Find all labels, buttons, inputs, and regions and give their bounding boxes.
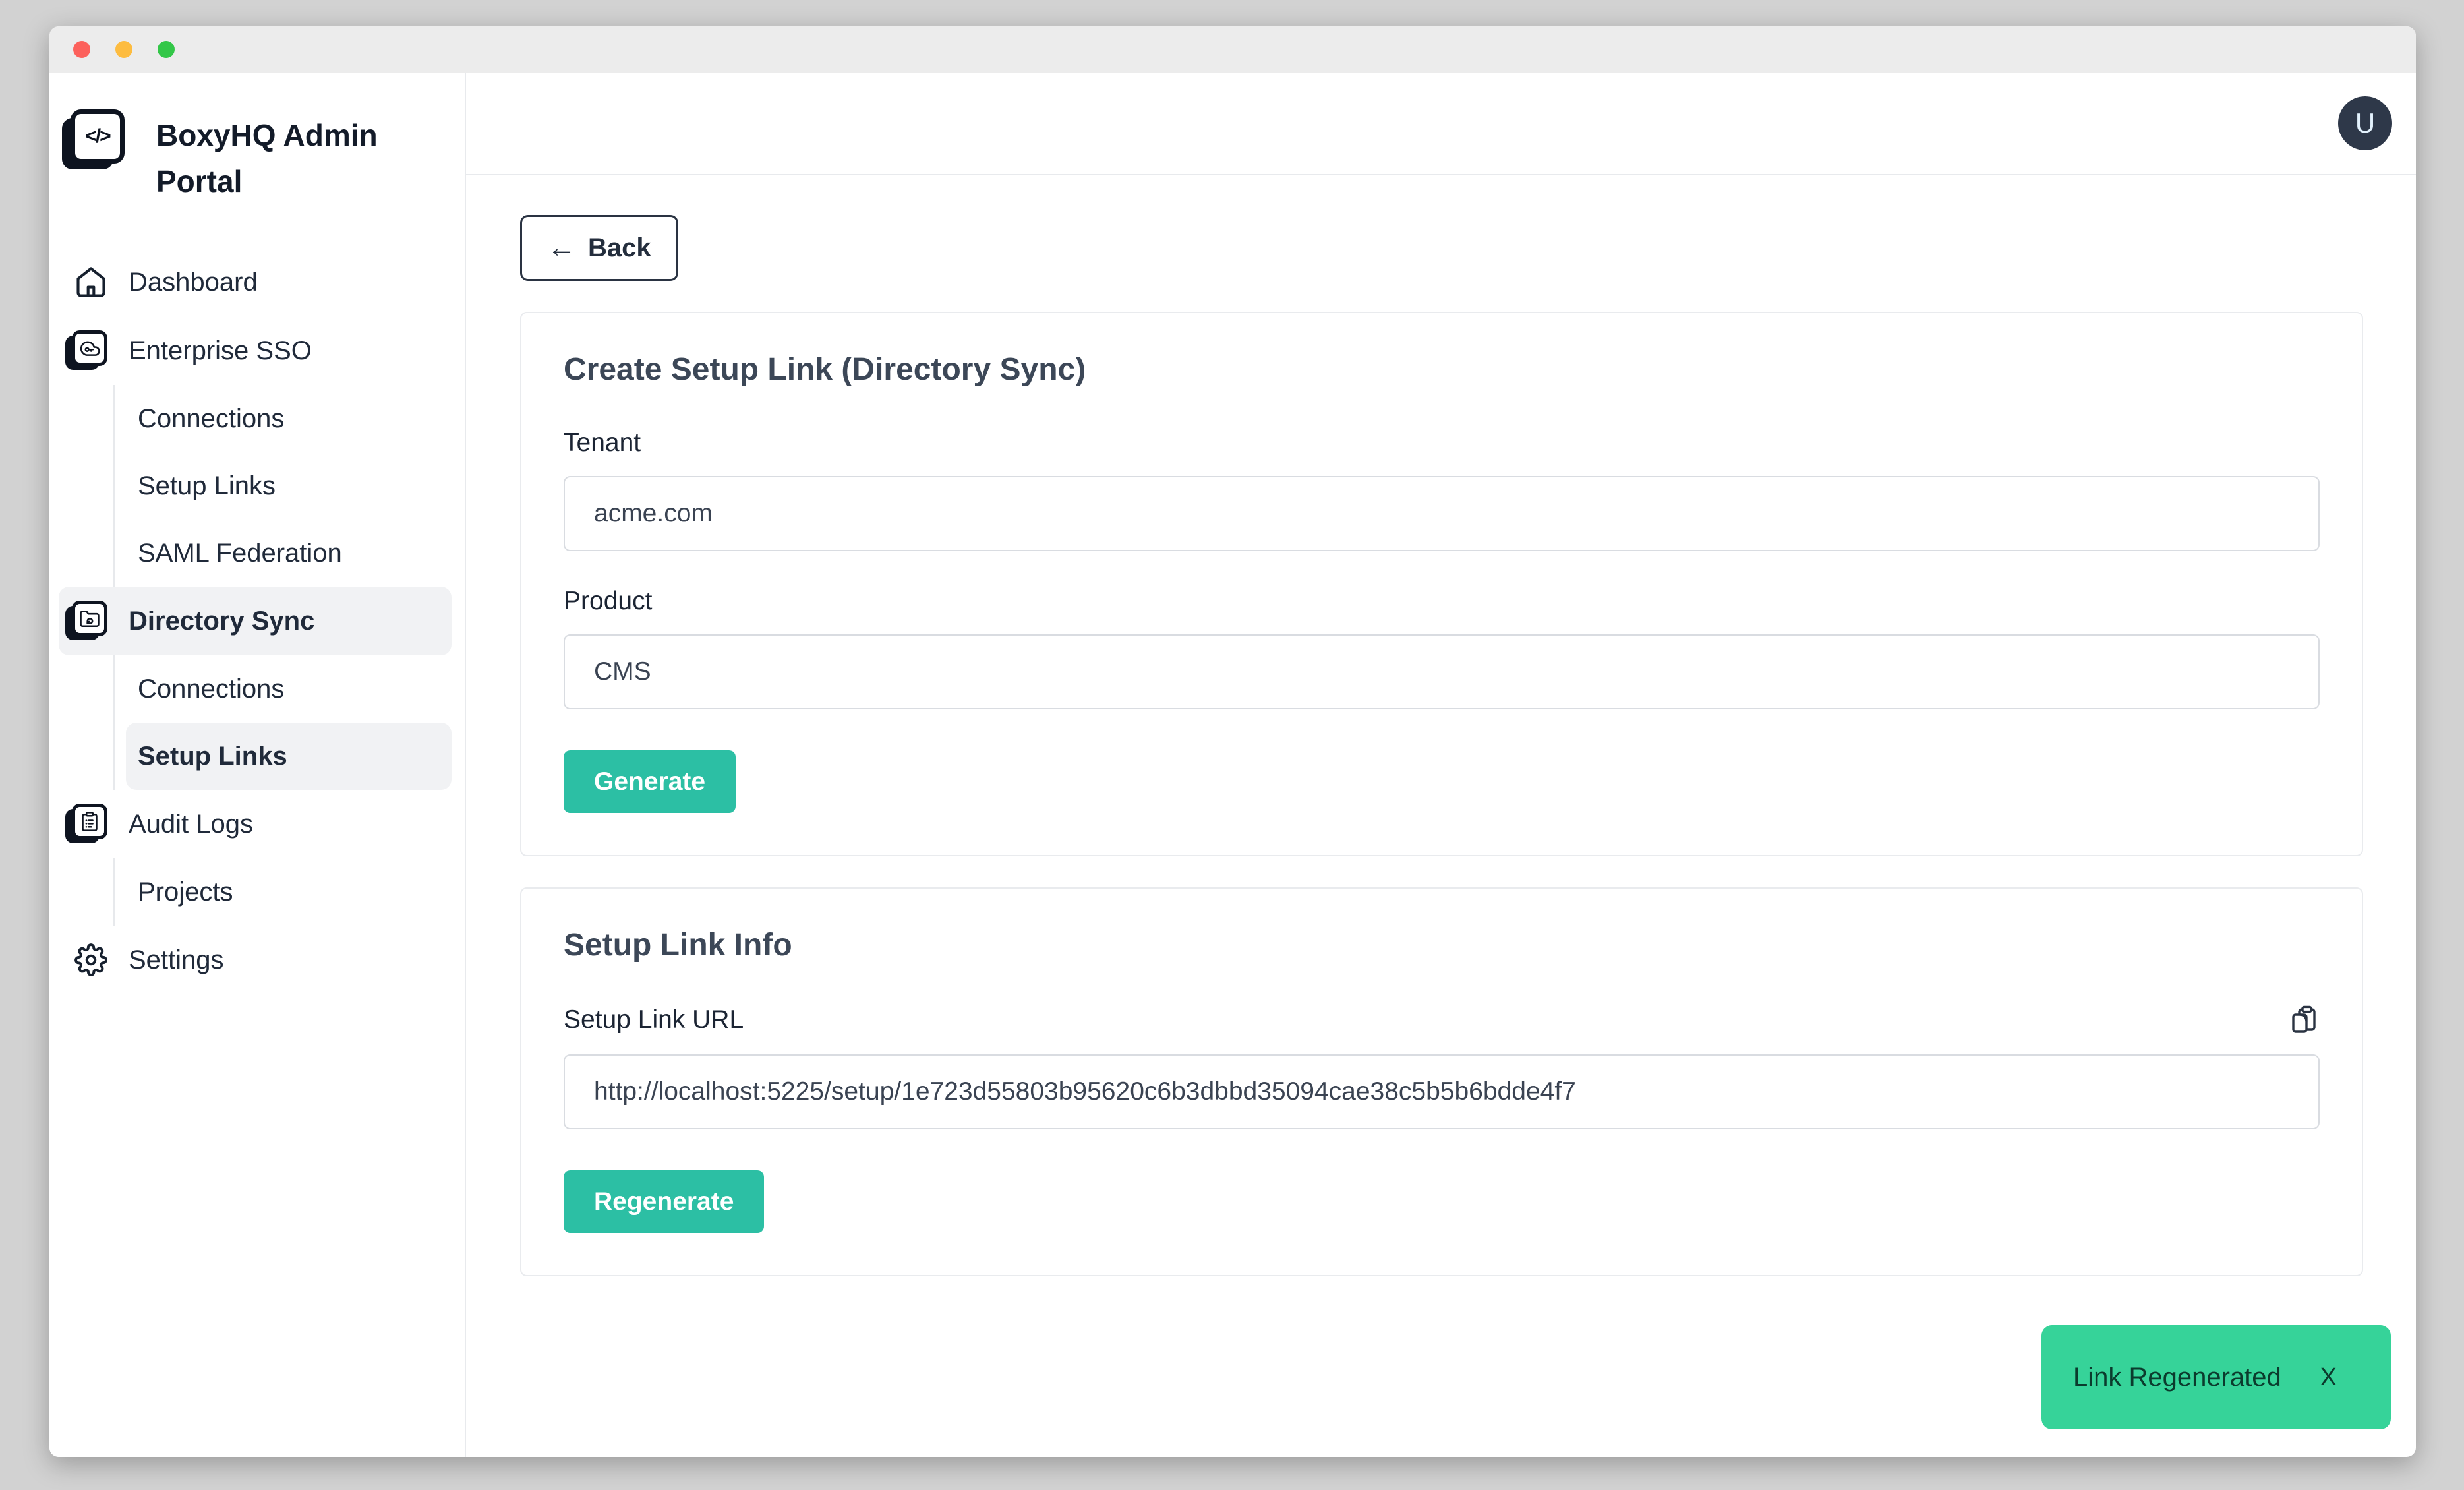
regenerate-button[interactable]: Regenerate <box>564 1170 764 1233</box>
toast-link-regenerated: Link Regenerated X <box>2041 1325 2391 1429</box>
tenant-field: Tenant acme.com <box>564 429 2320 551</box>
sidebar-item-settings[interactable]: Settings <box>59 926 452 994</box>
arrow-left-icon: ← <box>547 233 576 262</box>
sidebar-item-label: Audit Logs <box>129 810 253 839</box>
gear-icon <box>71 943 111 976</box>
sidebar-item-dashboard[interactable]: Dashboard <box>59 248 452 316</box>
brand-title: BoxyHQ Admin Portal <box>156 109 394 204</box>
clipboard-keycap-icon <box>71 804 111 845</box>
sidebar-item-audit-logs[interactable]: Audit Logs <box>59 790 452 858</box>
toast-message: Link Regenerated <box>2073 1363 2281 1392</box>
setup-link-info-card: Setup Link Info Setup Link URL <box>520 887 2363 1276</box>
cloud-key-keycap-icon <box>71 330 111 371</box>
sidebar-item-enterprise-sso[interactable]: Enterprise SSO <box>59 316 452 385</box>
toast-close-button[interactable]: X <box>2320 1363 2337 1392</box>
create-setup-link-card: Create Setup Link (Directory Sync) Tenan… <box>520 312 2363 856</box>
code-keycap-icon: </> <box>69 109 132 173</box>
sidebar-item-label: Settings <box>129 945 224 975</box>
sidebar-item-dsync-setup-links[interactable]: Setup Links <box>126 723 452 790</box>
sidebar-item-saml-federation[interactable]: SAML Federation <box>126 520 452 587</box>
product-input[interactable]: CMS <box>564 634 2320 709</box>
setup-link-url-input[interactable]: http://localhost:5225/setup/1e723d55803b… <box>564 1054 2320 1129</box>
setup-link-url-label: Setup Link URL <box>564 1005 744 1034</box>
card-title: Setup Link Info <box>564 927 2320 963</box>
avatar[interactable]: U <box>2338 96 2392 150</box>
home-icon <box>71 265 111 299</box>
window-titlebar <box>49 26 2416 73</box>
top-header: U <box>466 73 2416 175</box>
back-button[interactable]: ← Back <box>520 215 678 281</box>
tenant-label: Tenant <box>564 429 2320 458</box>
product-label: Product <box>564 587 2320 616</box>
sidebar-item-projects[interactable]: Projects <box>126 858 452 926</box>
sidebar-item-dsync-connections[interactable]: Connections <box>126 655 452 723</box>
folder-sync-keycap-icon <box>71 601 111 641</box>
sidebar: </> BoxyHQ Admin Portal Dashboard <box>49 73 466 1457</box>
sidebar-item-sso-setup-links[interactable]: Setup Links <box>126 452 452 520</box>
product-field: Product CMS <box>564 587 2320 709</box>
copy-icon[interactable] <box>2288 1004 2320 1036</box>
close-window-button[interactable] <box>73 41 90 58</box>
setup-link-url-field: Setup Link URL http: <box>564 1004 2320 1129</box>
sidebar-item-sso-connections[interactable]: Connections <box>126 385 452 452</box>
zoom-window-button[interactable] <box>158 41 175 58</box>
card-title: Create Setup Link (Directory Sync) <box>564 351 2320 388</box>
minimize-window-button[interactable] <box>115 41 132 58</box>
sidebar-item-label: Dashboard <box>129 268 258 297</box>
app-window: </> BoxyHQ Admin Portal Dashboard <box>49 26 2416 1457</box>
brand[interactable]: </> BoxyHQ Admin Portal <box>59 109 452 204</box>
tenant-input[interactable]: acme.com <box>564 476 2320 551</box>
sidebar-item-label: Enterprise SSO <box>129 336 312 366</box>
main-area: U ← Back Create Setup Link (Directory Sy… <box>466 73 2416 1457</box>
sidebar-subnav-directory-sync: Connections Setup Links <box>113 655 452 790</box>
sidebar-item-directory-sync[interactable]: Directory Sync <box>59 587 452 655</box>
sidebar-subnav-audit-logs: Projects <box>113 858 452 926</box>
generate-button[interactable]: Generate <box>564 750 736 813</box>
sidebar-subnav-enterprise-sso: Connections Setup Links SAML Federation <box>113 385 452 587</box>
page-content: ← Back Create Setup Link (Directory Sync… <box>466 175 2416 1457</box>
sidebar-item-label: Directory Sync <box>129 607 314 636</box>
